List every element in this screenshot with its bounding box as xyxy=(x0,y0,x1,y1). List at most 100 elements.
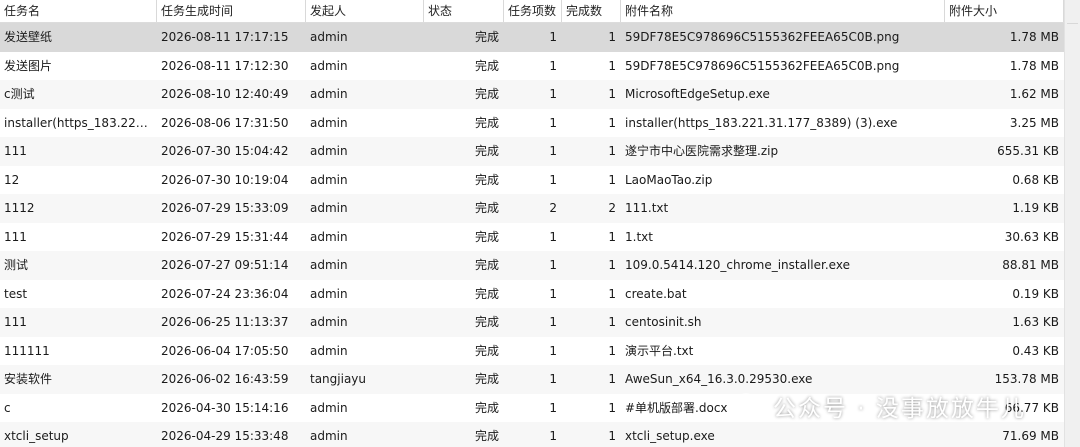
cell-status: 完成 xyxy=(474,30,499,44)
cell-done-count: 1 xyxy=(608,429,616,443)
column-header-created-time[interactable]: 任务生成时间 xyxy=(157,0,306,22)
table-row[interactable]: 测试 2026-07-27 09:51:14 admin 完成 1 1 109.0.5414… xyxy=(0,251,1064,280)
cell-created-time: 2026-07-29 15:31:44 xyxy=(161,229,289,244)
cell-attachment-name: 59DF78E5C978696C5155362FEEA65C0B.png xyxy=(625,30,900,44)
cell-item-count: 1 xyxy=(549,429,557,443)
cell-attachment-name: centosinit.sh xyxy=(625,315,702,329)
cell-attachment-size: 88.81 MB xyxy=(1002,258,1059,272)
column-header-attachment-size[interactable]: 附件大小 xyxy=(945,0,1064,22)
table-row[interactable]: 111 2026-07-30 15:04:42 admin 完成 1 1 遂宁市中心医院需求… xyxy=(0,137,1064,166)
cell-attachment-name: 59DF78E5C978696C5155362FEEA65C0B.png xyxy=(625,58,900,73)
cell-status: 完成 xyxy=(474,315,499,329)
vertical-scrollbar[interactable] xyxy=(1064,0,1080,447)
cell-attachment-name: installer(https_183.221.31.177_8389) (3)… xyxy=(625,115,898,130)
table-row[interactable]: test 2026-07-24 23:36:04 admin 完成 1 1 create.b… xyxy=(0,279,1064,308)
cell-done-count: 1 xyxy=(608,400,616,415)
watermark-text: 公众号 · 没事放放牛儿 xyxy=(773,396,1026,422)
cell-task-name: installer(https_183.221.3... xyxy=(4,115,157,130)
table-row[interactable]: installer(https_183.221.3... 2026-08-06 1… xyxy=(0,108,1064,137)
cell-created-time: 2026-07-29 15:33:09 xyxy=(161,201,289,215)
cell-attachment-name: MicrosoftEdgeSetup.exe xyxy=(625,87,770,101)
column-header-initiator[interactable]: 发起人 xyxy=(306,0,424,22)
column-header-task-name[interactable]: 任务名 xyxy=(0,0,157,22)
cell-attachment-name: create.bat xyxy=(625,286,687,301)
cell-attachment-name: LaoMaoTao.zip xyxy=(625,172,713,187)
column-header-item-count[interactable]: 任务项数 xyxy=(504,0,562,22)
cell-attachment-size: 3.25 MB xyxy=(1009,115,1059,130)
cell-attachment-size: 1.78 MB xyxy=(1009,30,1059,44)
cell-attachment-size: 655.31 KB xyxy=(997,144,1059,158)
cell-attachment-size: 1.62 MB xyxy=(1009,87,1059,101)
cell-attachment-name: 1.txt xyxy=(625,229,653,244)
table-row[interactable]: 12 2026-07-30 10:19:04 admin 完成 1 1 LaoMaoTao.… xyxy=(0,165,1064,194)
cell-status: 完成 xyxy=(474,258,499,272)
cell-done-count: 1 xyxy=(608,58,616,73)
table-row[interactable]: c测试 2026-08-10 12:40:49 admin 完成 1 1 Microsoft… xyxy=(0,80,1064,109)
table-row[interactable]: 发送图片 2026-08-11 17:12:30 admin 完成 1 1 59DF78E5… xyxy=(0,51,1064,80)
cell-initiator: admin xyxy=(310,315,348,329)
cell-status: 完成 xyxy=(474,343,499,358)
cell-initiator: admin xyxy=(310,201,348,215)
cell-status: 完成 xyxy=(474,429,499,443)
cell-task-name: 发送壁纸 xyxy=(4,30,53,44)
cell-item-count: 1 xyxy=(549,115,557,130)
cell-status: 完成 xyxy=(474,144,499,158)
table-row[interactable]: 1112 2026-07-29 15:33:09 admin 完成 2 2 111.txt 1… xyxy=(0,194,1064,223)
cell-attachment-size: 1.19 KB xyxy=(1012,201,1059,215)
cell-item-count: 1 xyxy=(549,400,557,415)
cell-created-time: 2026-08-06 17:31:50 xyxy=(161,115,289,130)
cell-initiator: admin xyxy=(310,30,348,44)
cell-initiator: admin xyxy=(310,229,348,244)
cell-initiator: admin xyxy=(310,172,348,187)
cell-attachment-size: 30.63 KB xyxy=(1004,229,1059,244)
cell-done-count: 1 xyxy=(608,115,616,130)
table-row[interactable]: 111 2026-06-25 11:13:37 admin 完成 1 1 centosini… xyxy=(0,308,1064,337)
cell-task-name: 12 xyxy=(4,172,20,187)
cell-status: 完成 xyxy=(474,229,499,244)
cell-initiator: admin xyxy=(310,429,348,443)
cell-initiator: admin xyxy=(310,400,348,415)
cell-status: 完成 xyxy=(474,172,499,187)
cell-attachment-name: 遂宁市中心医院需求整理.zip xyxy=(625,144,779,158)
cell-task-name: 111 xyxy=(4,144,27,158)
cell-initiator: admin xyxy=(310,144,348,158)
cell-created-time: 2026-07-30 10:19:04 xyxy=(161,172,289,187)
table-body: 发送壁纸 2026-08-11 17:17:15 admin 完成 1 1 59DF78E5… xyxy=(0,23,1064,447)
cell-item-count: 1 xyxy=(549,258,557,272)
cell-status: 完成 xyxy=(474,400,499,415)
column-header-attachment-name[interactable]: 附件名称 xyxy=(621,0,945,22)
cell-created-time: 2026-04-30 15:14:16 xyxy=(161,400,289,415)
cell-created-time: 2026-08-10 12:40:49 xyxy=(161,87,289,101)
cell-status: 完成 xyxy=(474,201,499,215)
cell-task-name: c测试 xyxy=(4,87,35,101)
cell-done-count: 1 xyxy=(608,258,616,272)
cell-task-name: c xyxy=(4,400,11,415)
cell-done-count: 2 xyxy=(608,201,616,215)
table-row[interactable]: 111111 2026-06-04 17:05:50 admin 完成 1 1 演示平台.t… xyxy=(0,336,1064,365)
cell-status: 完成 xyxy=(474,286,499,301)
cell-item-count: 1 xyxy=(549,58,557,73)
cell-attachment-size: 0.68 KB xyxy=(1012,172,1059,187)
cell-created-time: 2026-08-11 17:17:15 xyxy=(161,30,289,44)
cell-task-name: 111 xyxy=(4,229,27,244)
table-row[interactable]: 发送壁纸 2026-08-11 17:17:15 admin 完成 1 1 59DF78E5… xyxy=(0,23,1064,52)
cell-initiator: tangjiayu xyxy=(310,372,367,386)
table-header: 任务名 任务生成时间 发起人 状态 任务项数 完成数 附件名称 附件大小 xyxy=(0,0,1064,23)
cell-item-count: 1 xyxy=(549,372,557,386)
cell-task-name: test xyxy=(4,286,28,301)
cell-item-count: 1 xyxy=(549,30,557,44)
cell-done-count: 1 xyxy=(608,229,616,244)
cell-task-name: 1112 xyxy=(4,201,35,215)
cell-initiator: admin xyxy=(310,286,348,301)
cell-item-count: 1 xyxy=(549,229,557,244)
column-header-done-count[interactable]: 完成数 xyxy=(562,0,621,22)
cell-status: 完成 xyxy=(474,115,499,130)
cell-task-name: 111111 xyxy=(4,343,50,358)
cell-initiator: admin xyxy=(310,343,348,358)
table-row[interactable]: 111 2026-07-29 15:31:44 admin 完成 1 1 1.txt 30.6… xyxy=(0,222,1064,251)
cell-initiator: admin xyxy=(310,258,348,272)
cell-task-name: 测试 xyxy=(4,258,29,272)
cell-done-count: 1 xyxy=(608,315,616,329)
column-header-status[interactable]: 状态 xyxy=(424,0,504,22)
cell-item-count: 1 xyxy=(549,343,557,358)
